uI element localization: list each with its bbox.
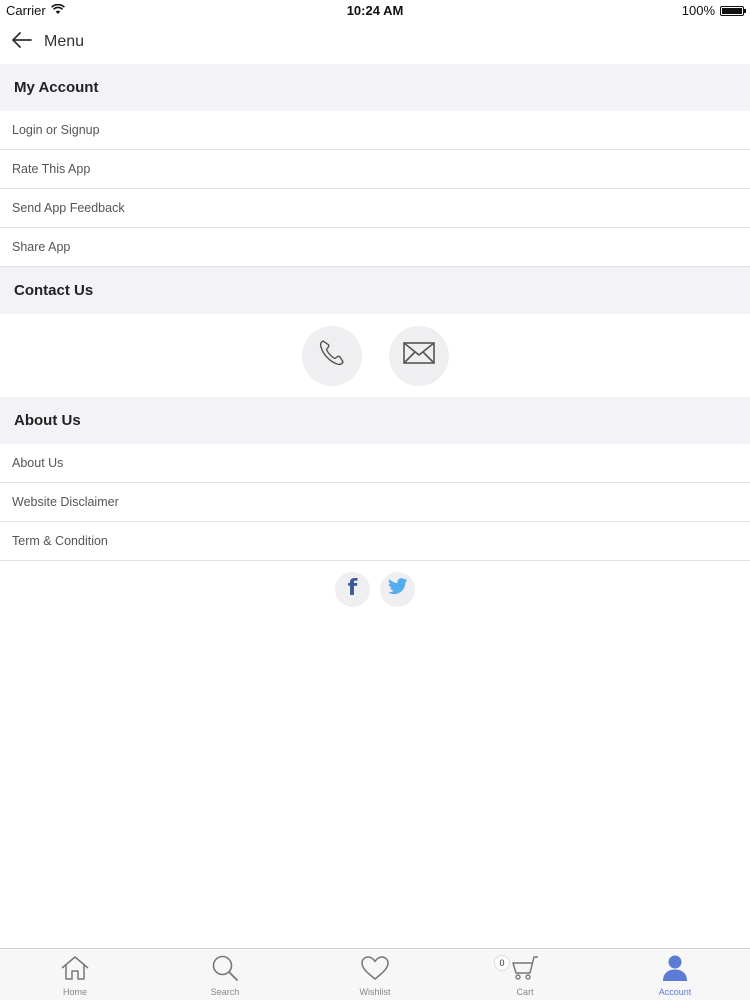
menu-item-terms[interactable]: Term & Condition	[0, 522, 750, 561]
tab-bar: Home Search Wishlist 0 Cart Account	[0, 948, 750, 1000]
page-title: Menu	[44, 33, 85, 50]
battery-percent: 100%	[681, 3, 715, 18]
tab-label-wishlist: Wishlist	[359, 987, 391, 997]
section-header-contact-us: Contact Us	[0, 267, 750, 314]
tab-home[interactable]: Home	[0, 949, 150, 1000]
mail-icon	[402, 341, 435, 370]
tab-wishlist[interactable]: Wishlist	[300, 949, 450, 1000]
menu-item-login-signup[interactable]: Login or Signup	[0, 111, 750, 150]
menu-item-rate-app[interactable]: Rate This App	[0, 150, 750, 189]
tab-label-home: Home	[62, 987, 87, 997]
menu-item-send-feedback[interactable]: Send App Feedback	[0, 189, 750, 228]
call-button[interactable]	[301, 325, 362, 386]
twitter-button[interactable]	[380, 571, 415, 607]
menu-item-website-disclaimer[interactable]: Website Disclaimer	[0, 483, 750, 522]
tab-search[interactable]: Search	[150, 949, 300, 1000]
facebook-button[interactable]: f	[335, 571, 370, 607]
arrow-left-icon	[12, 31, 32, 53]
menu-item-about-us[interactable]: About Us	[0, 444, 750, 483]
cart-count-badge: 0	[494, 955, 510, 971]
social-links: f	[0, 561, 750, 617]
tab-label-search: Search	[210, 987, 240, 997]
email-button[interactable]	[388, 325, 449, 386]
twitter-icon	[387, 578, 408, 600]
tab-account[interactable]: Account	[600, 949, 750, 1000]
search-icon	[211, 954, 239, 987]
menu-content: My Account Login or Signup Rate This App…	[0, 64, 750, 617]
phone-icon	[317, 338, 347, 373]
tab-cart[interactable]: 0 Cart	[450, 949, 600, 1000]
tab-label-account: Account	[658, 987, 692, 997]
tab-label-cart: Cart	[516, 987, 534, 997]
back-button[interactable]	[10, 30, 34, 54]
section-header-about-us: About Us	[0, 397, 750, 444]
status-time: 10:24 AM	[346, 3, 404, 18]
home-icon	[60, 955, 90, 986]
menu-item-share-app[interactable]: Share App	[0, 228, 750, 267]
heart-icon	[360, 955, 390, 986]
nav-bar: Menu	[0, 22, 750, 62]
user-icon	[661, 954, 689, 987]
battery-icon	[720, 5, 746, 16]
battery-level	[722, 7, 742, 14]
cart-icon	[510, 955, 540, 986]
section-header-my-account: My Account	[0, 64, 750, 111]
contact-buttons	[0, 314, 750, 397]
status-bar: Carrier 10:24 AM 100%	[0, 0, 750, 20]
facebook-icon: f	[347, 576, 358, 601]
